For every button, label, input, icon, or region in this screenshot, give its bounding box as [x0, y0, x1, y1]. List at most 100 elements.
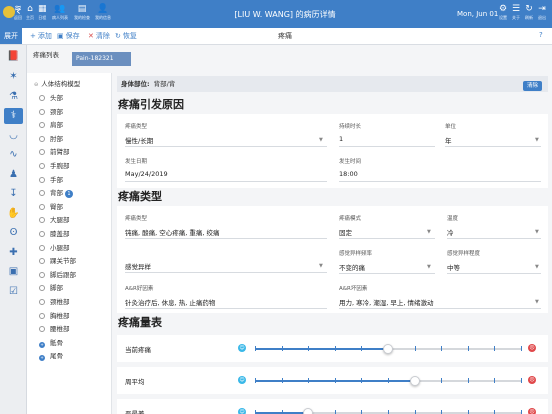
refresh-button[interactable]: ↻ 刷新 [525, 3, 533, 20]
temperature-select[interactable]: 冷 [447, 227, 454, 237]
toolbar-item-back[interactable]: ≋ 返回 [14, 4, 22, 20]
tree-item[interactable]: + 骶骨 [39, 337, 63, 348]
stethoscope-icon[interactable]: ⚕ [4, 108, 23, 124]
sensation-degree-select[interactable]: 中等 [447, 262, 460, 272]
logout-button[interactable]: ⇥ 退出 [538, 3, 546, 20]
hand-icon[interactable]: ✋ [4, 206, 23, 222]
slider-tick [255, 346, 256, 351]
tree-item[interactable]: 脚后跟部 [39, 269, 76, 279]
tree-item[interactable]: 颈椎部 [39, 296, 70, 306]
add-button[interactable]: + 添加 [30, 31, 52, 41]
pulse-icon[interactable]: ∿ [4, 147, 23, 163]
sad-face-icon: ☹ [528, 408, 536, 414]
clear-button[interactable]: 清除 [523, 81, 542, 91]
cause-card: 疼痛类型 慢性/长期 ▼ 持续时长 1 单位 年 ▼ 发生日期 May/24/2… [117, 114, 548, 188]
ear-icon[interactable]: ʘ [4, 225, 23, 241]
onset-date-field[interactable]: May/24/2019 [125, 170, 168, 178]
slider-thumb[interactable] [383, 344, 393, 354]
settings-button[interactable]: ⚙ 设置 [499, 3, 507, 20]
body-icon[interactable]: ♟ [4, 167, 23, 183]
delete-button[interactable]: ✕ 清除 [88, 31, 110, 41]
toolbar-item-patients[interactable]: 👥 病人列表 [52, 4, 68, 20]
tree-root-label: 人体结构模型 [41, 80, 81, 88]
toolbar-item-schedule[interactable]: ▦ 日程 [38, 4, 47, 20]
radio-circle-icon [39, 258, 45, 265]
pain-pattern-select[interactable]: 固定 [339, 227, 352, 237]
tree-item[interactable]: 踝关节部 [39, 255, 76, 265]
restore-label: 恢复 [122, 32, 137, 40]
toolbar-item-label: 日程 [38, 15, 47, 20]
field-divider [125, 272, 327, 273]
tree-item[interactable]: 手部 [39, 174, 63, 184]
field-label: 发生日期 [125, 159, 148, 165]
abnormal-sensation-select[interactable]: 感觉异样 [125, 261, 151, 271]
tree-item[interactable]: 脚部 [39, 282, 63, 292]
tree-item[interactable]: 前臂部 [39, 146, 70, 156]
tree-item[interactable]: 肘部 [39, 133, 63, 143]
duration-field[interactable]: 1 [339, 135, 343, 143]
tree-item-label: 踝关节部 [50, 257, 76, 266]
tree-item[interactable]: 手腕部 [39, 160, 70, 170]
syringe-icon[interactable]: ↧ [4, 186, 23, 202]
slider-thumb[interactable] [409, 376, 420, 386]
radio-circle-icon [39, 326, 45, 333]
chevron-down-icon: ▼ [427, 264, 431, 270]
chevron-down-icon: ▼ [535, 137, 539, 143]
help-button[interactable]: ? [539, 31, 543, 39]
pain-kind-select[interactable]: 钝痛, 酸痛, 空心疼痛, 重痛, 绞痛 [125, 227, 220, 237]
unit-select[interactable]: 年 [445, 135, 452, 145]
tree-item[interactable]: 胸椎部 [39, 310, 70, 320]
tree-item[interactable]: 臀部 [39, 201, 63, 211]
user-icon: 👤 [97, 4, 109, 14]
toolbar-item-exams[interactable]: ▤ 我的检查 [74, 4, 90, 20]
plus-icon[interactable]: ✚ [4, 245, 23, 261]
plus-icon: + [30, 32, 36, 40]
tree-item[interactable]: 头部 [39, 92, 63, 102]
field-divider [125, 181, 327, 182]
radio-circle-icon [39, 176, 45, 183]
image-icon[interactable]: ▣ [4, 264, 23, 280]
tree-item[interactable]: 腰椎部 [39, 323, 70, 333]
aggravating-factors-select[interactable]: 用力, 寒冷, 潮湿, 早上, 情绪激动 [339, 297, 434, 307]
tooth-icon[interactable]: ◡ [4, 128, 23, 144]
window-title: [LIU W. WANG] 的病历详情 [234, 10, 336, 19]
count-badge: 1 [65, 190, 73, 199]
tree-item[interactable]: 颈部 [39, 106, 63, 116]
body-part-bar: 身体部位: 背部/背 [117, 76, 548, 92]
tree-root[interactable]: ⊖ 人体结构模型 [34, 78, 80, 88]
book-icon[interactable]: 📕 [4, 49, 23, 65]
relief-factors-select[interactable]: 针灸治疗后, 休息, 热, 止痛药物 [125, 297, 215, 307]
page-title: 疼痛 [278, 32, 292, 40]
slider-tick [494, 378, 496, 383]
save-button[interactable]: ▣ 保存 [57, 31, 80, 41]
pain-slider[interactable] [255, 344, 522, 354]
current-date: Mon, Jun 01 [457, 10, 499, 18]
pain-type-select[interactable]: 慢性/长期 [125, 135, 153, 145]
tree-item-label: 背部 [50, 189, 63, 198]
slider-tick [308, 346, 310, 351]
slider-tick [414, 410, 416, 414]
slider-fill [255, 348, 388, 350]
tree-item[interactable]: 背部 1 [39, 187, 73, 199]
sensation-frequency-select[interactable]: 不变的痛 [339, 262, 365, 272]
tree-item[interactable]: 膝盖部 [39, 228, 70, 238]
field-label: 感觉异样程度 [447, 251, 481, 257]
pill-icon[interactable]: ⚗ [4, 89, 23, 105]
check-icon[interactable]: ☑ [4, 284, 23, 300]
person-icon[interactable]: ✶ [4, 69, 23, 85]
tree-item[interactable]: 肩部 [39, 119, 63, 129]
pain-slider[interactable] [255, 376, 522, 386]
expand-button[interactable]: 展开 [0, 28, 22, 44]
toolbar-item-home[interactable]: ⌂ 主页 [26, 4, 34, 20]
toolbar-item-my-info[interactable]: 👤 我的信息 [95, 4, 111, 20]
onset-time-field[interactable]: 18:00 [339, 170, 358, 178]
radio-circle-icon [39, 299, 45, 305]
section-title-scale: 疼痛量表 [118, 316, 162, 329]
tree-item[interactable]: + 尾骨 [39, 350, 63, 362]
tree-item[interactable]: 大腿部 [39, 214, 70, 224]
slider-thumb[interactable] [303, 408, 314, 414]
pain-list-item[interactable]: Pain-182321 [72, 52, 131, 66]
about-button[interactable]: ☰ 关于 [512, 3, 520, 20]
tree-item[interactable]: 小腿部 [39, 242, 70, 252]
restore-button[interactable]: ↻ 恢复 [115, 31, 137, 41]
